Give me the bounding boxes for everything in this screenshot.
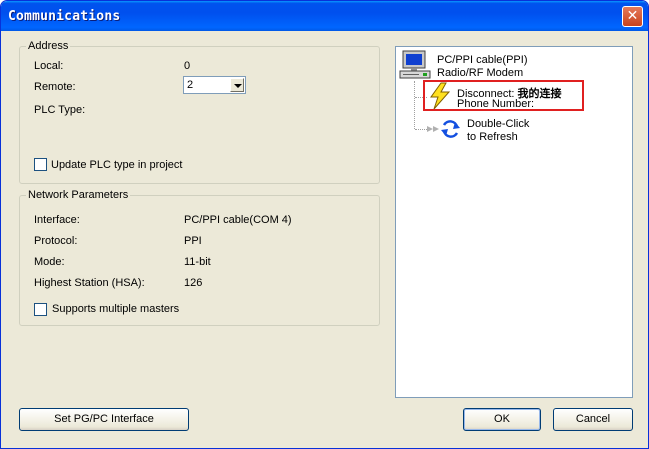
remote-address-select[interactable]: 2: [183, 76, 246, 94]
title-bar[interactable]: Communications ✕: [1, 1, 648, 31]
refresh-line2[interactable]: to Refresh: [467, 131, 518, 143]
interface-label: Interface:: [34, 214, 80, 226]
protocol-value: PPI: [184, 235, 202, 247]
interface-value: PC/PPI cable(COM 4): [184, 214, 292, 226]
mode-value: 11-bit: [184, 256, 211, 268]
hsa-value: 126: [184, 277, 203, 289]
plc-type-label: PLC Type:: [34, 104, 86, 116]
remote-address-value: 2: [187, 79, 194, 91]
remote-label: Remote:: [34, 81, 76, 93]
local-label: Local:: [34, 60, 64, 72]
tree-root-line1[interactable]: PC/PPI cable(PPI): [437, 54, 527, 66]
connection-highlight-box: [423, 80, 584, 111]
communications-window: Communications ✕ Address Local: 0 Remote…: [0, 0, 649, 449]
mode-label: Mode:: [34, 256, 65, 268]
network-parameters-title: Network Parameters: [26, 189, 131, 201]
close-icon: ✕: [626, 8, 639, 24]
address-group-title: Address: [26, 40, 71, 52]
refresh-line1[interactable]: Double-Click: [467, 118, 529, 130]
computer-modem-icon[interactable]: [399, 50, 433, 80]
close-button[interactable]: ✕: [622, 6, 643, 27]
multiple-masters-checkbox[interactable]: [34, 303, 47, 316]
window-title: Communications: [8, 9, 121, 24]
multiple-masters-label[interactable]: Supports multiple masters: [52, 303, 179, 315]
local-value: 0: [184, 60, 191, 72]
tree-root-line2[interactable]: Radio/RF Modem: [437, 67, 523, 79]
protocol-label: Protocol:: [34, 235, 78, 247]
set-pgpc-interface-button[interactable]: Set PG/PC Interface: [19, 408, 189, 431]
update-plc-type-label[interactable]: Update PLC type in project: [51, 159, 182, 171]
refresh-arrows-icon[interactable]: [426, 117, 462, 141]
cancel-button[interactable]: Cancel: [553, 408, 633, 431]
hsa-label: Highest Station (HSA):: [34, 277, 145, 289]
chevron-down-icon[interactable]: [230, 78, 244, 92]
tree-connector-vertical: [414, 81, 415, 129]
ok-button[interactable]: OK: [463, 408, 541, 431]
update-plc-type-checkbox[interactable]: [34, 158, 47, 171]
